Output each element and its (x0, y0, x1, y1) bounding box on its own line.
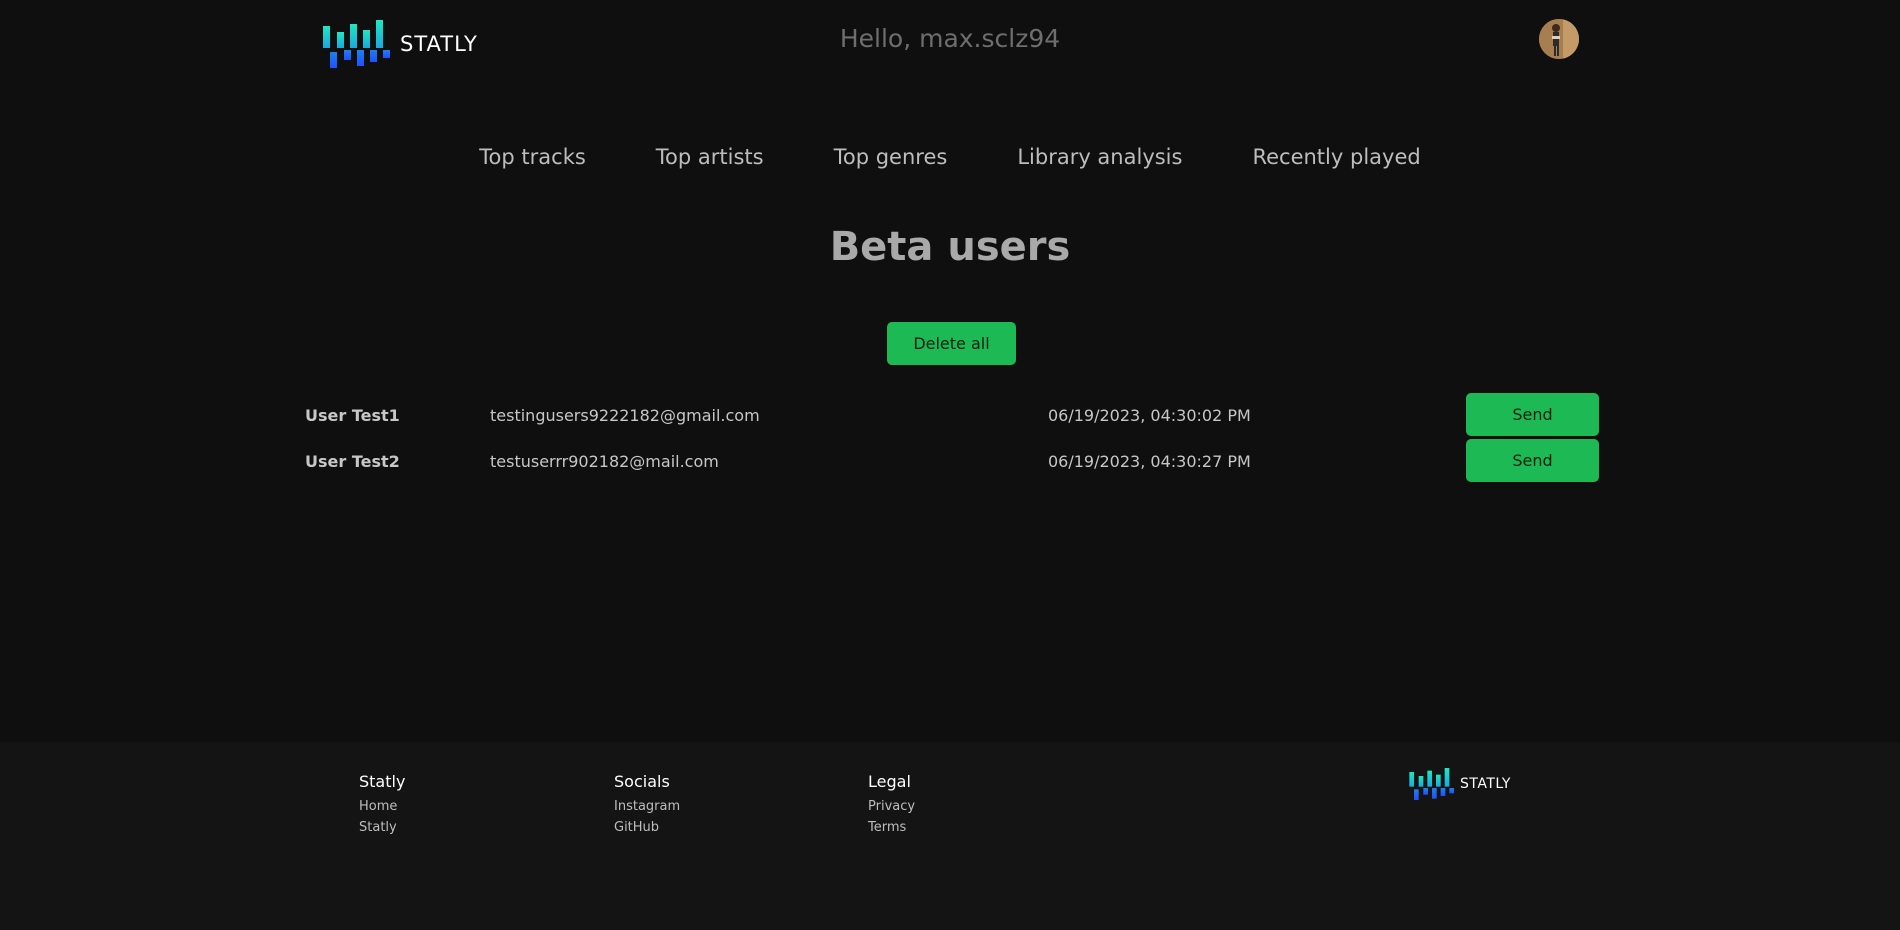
user-name: User Test1 (305, 406, 400, 425)
send-button[interactable]: Send (1466, 439, 1599, 482)
user-email: testingusers9222182@gmail.com (490, 406, 760, 425)
nav-top-artists[interactable]: Top artists (656, 145, 764, 169)
footer-logo-wordmark: STATLY (1460, 776, 1511, 792)
greeting-text: Hello, max.sclz94 (839, 24, 1061, 53)
footer-link-privacy[interactable]: Privacy (868, 796, 915, 817)
footer-statly-logo[interactable]: STATLY (1409, 768, 1511, 800)
footer-link-terms[interactable]: Terms (868, 817, 915, 838)
app-root: STATLY Hello, max.sclz94 Top tracks Top … (0, 0, 1900, 930)
footer-link-statly[interactable]: Statly (359, 817, 405, 838)
footer-col-socials: Socials Instagram GitHub (614, 772, 680, 838)
user-avatar-icon[interactable] (1539, 19, 1579, 59)
footer-link-github[interactable]: GitHub (614, 817, 680, 838)
nav-top-tracks[interactable]: Top tracks (479, 145, 586, 169)
footer-link-home[interactable]: Home (359, 796, 405, 817)
user-date: 06/19/2023, 04:30:02 PM (1048, 406, 1251, 425)
footer-col-statly: Statly Home Statly (359, 772, 405, 838)
footer-heading: Statly (359, 772, 406, 791)
footer-heading: Socials (614, 772, 670, 791)
user-row: User Test2 testuserrr902182@mail.com 06/… (0, 439, 1900, 483)
page-title: Beta users (829, 224, 1071, 270)
nav-library-analysis[interactable]: Library analysis (1017, 145, 1182, 169)
main-nav: Top tracks Top artists Top genres Librar… (0, 145, 1900, 169)
statly-logo-icon (1409, 768, 1454, 800)
footer: Statly Home Statly Socials Instagram Git… (0, 742, 1900, 930)
send-button[interactable]: Send (1466, 393, 1599, 436)
footer-heading: Legal (868, 772, 911, 791)
footer-col-legal: Legal Privacy Terms (868, 772, 915, 838)
user-email: testuserrr902182@mail.com (490, 452, 719, 471)
nav-recently-played[interactable]: Recently played (1252, 145, 1420, 169)
delete-all-button[interactable]: Delete all (887, 322, 1016, 365)
avatar-image (1539, 19, 1579, 59)
nav-top-genres[interactable]: Top genres (834, 145, 948, 169)
user-row: User Test1 testingusers9222182@gmail.com… (0, 393, 1900, 437)
header: STATLY Hello, max.sclz94 (0, 0, 1900, 90)
user-name: User Test2 (305, 452, 400, 471)
footer-link-instagram[interactable]: Instagram (614, 796, 680, 817)
user-date: 06/19/2023, 04:30:27 PM (1048, 452, 1251, 471)
